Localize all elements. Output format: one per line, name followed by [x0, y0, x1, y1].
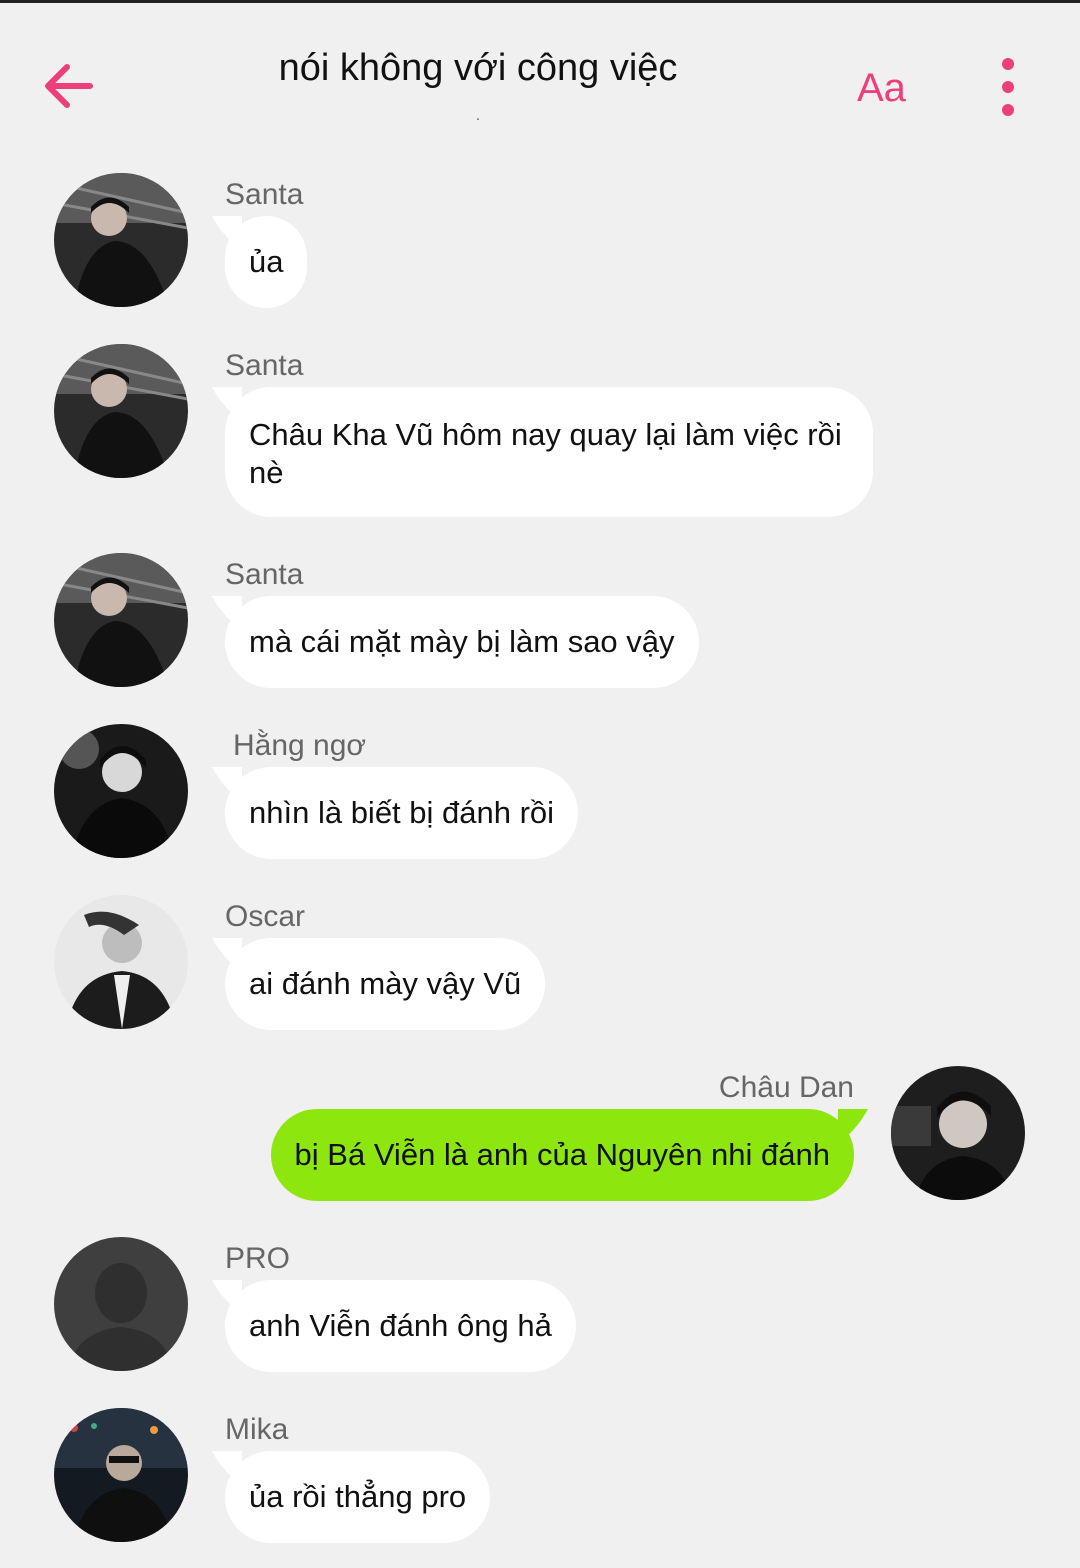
sender-name: Santa: [225, 178, 304, 211]
font-size-button[interactable]: Aa: [857, 66, 906, 111]
avatar-hang-ngo[interactable]: [54, 724, 188, 858]
avatar-oscar[interactable]: [54, 895, 188, 1029]
message-bubble[interactable]: ủa: [225, 216, 308, 308]
sender-name: Châu Dan: [718, 1071, 854, 1104]
message-bubble[interactable]: nhìn là biết bị đánh rồi: [225, 767, 579, 859]
avatar-mika[interactable]: [54, 1408, 188, 1542]
chat-title: nói không với công việc: [278, 47, 678, 89]
more-menu-button[interactable]: [990, 53, 1026, 125]
sender-name: Hằng ngơ: [233, 729, 367, 762]
avatar-santa[interactable]: [54, 173, 188, 307]
message-bubble[interactable]: mà cái mặt mày bị làm sao vậy: [225, 596, 699, 688]
message-bubble[interactable]: ủa rồi thẳng pro: [225, 1451, 491, 1543]
message-bubble-own[interactable]: bị Bá Viễn là anh của Nguyên nhi đánh: [270, 1109, 854, 1201]
chat-header: nói không với công việc . Aa: [0, 3, 1080, 143]
avatar-chau-dan[interactable]: [891, 1066, 1025, 1200]
default-user-icon: [54, 1237, 188, 1371]
sender-name: Santa: [225, 349, 304, 382]
message-bubble[interactable]: Châu Kha Vũ hôm nay quay lại làm việc rồ…: [225, 387, 873, 517]
sender-name: Mika: [225, 1413, 289, 1446]
chat-subtitle: .: [475, 107, 481, 124]
sender-name: Santa: [225, 558, 304, 591]
message-bubble[interactable]: anh Viễn đánh ông hả: [225, 1280, 576, 1372]
sender-name: Oscar: [225, 900, 306, 933]
sender-name: PRO: [225, 1242, 291, 1275]
avatar-santa[interactable]: [54, 553, 188, 687]
avatar-santa[interactable]: [54, 344, 188, 478]
avatar-pro[interactable]: [54, 1237, 188, 1371]
message-bubble[interactable]: ai đánh mày vậy Vũ: [225, 938, 546, 1030]
